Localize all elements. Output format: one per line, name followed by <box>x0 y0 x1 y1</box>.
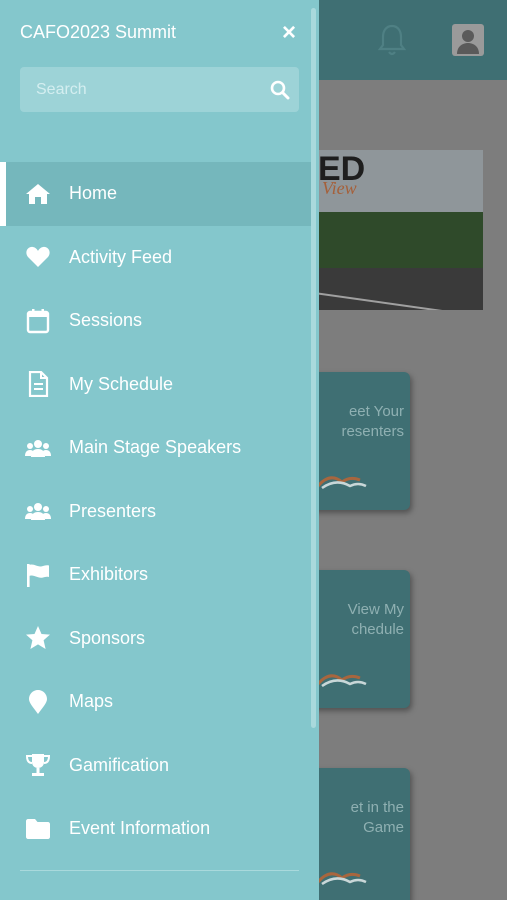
mountain-logo-icon <box>316 674 367 688</box>
divider <box>20 870 299 871</box>
nav-item-home[interactable]: Home <box>0 162 311 226</box>
close-icon: × <box>281 19 296 46</box>
map-pin-icon <box>25 689 51 715</box>
nav-label: Home <box>69 183 118 204</box>
users-icon <box>25 435 51 461</box>
nav-item-main-stage-speakers[interactable]: Main Stage Speakers <box>0 416 311 480</box>
scrollbar[interactable] <box>311 8 316 728</box>
nav-item-presenters[interactable]: Presenters <box>0 480 311 544</box>
nav-label: Main Stage Speakers <box>69 437 242 458</box>
nav-label: Gamification <box>69 754 170 775</box>
event-banner: ED View <box>300 150 483 310</box>
drawer-title: CAFO2023 Summit <box>20 22 177 42</box>
close-button[interactable]: × <box>278 19 300 46</box>
nav-item-event-information[interactable]: Event Information <box>0 797 311 861</box>
nav-label: Exhibitors <box>69 564 149 585</box>
nav-label: My Schedule <box>69 373 174 394</box>
search-input[interactable] <box>20 67 260 112</box>
calendar-icon <box>25 308 51 334</box>
nav-item-sessions[interactable]: Sessions <box>0 289 311 353</box>
nav-item-sponsors[interactable]: Sponsors <box>0 607 311 671</box>
users-icon <box>25 498 51 524</box>
star-icon <box>25 625 51 651</box>
trophy-icon <box>25 752 51 778</box>
nav-item-exhibitors[interactable]: Exhibitors <box>0 543 311 607</box>
nav-label: Sponsors <box>69 627 146 648</box>
nav-item-maps[interactable]: Maps <box>0 670 311 734</box>
flag-icon <box>25 562 51 588</box>
banner-script-text: View <box>322 178 357 198</box>
nav-item-activity-feed[interactable]: Activity Feed <box>0 226 311 290</box>
nav-label: Activity Feed <box>69 246 173 267</box>
nav-label: Maps <box>69 691 114 712</box>
mountain-logo-icon <box>316 476 367 490</box>
nav-item-gamification[interactable]: Gamification <box>0 734 311 798</box>
folder-icon <box>25 816 51 842</box>
nav-label: Sessions <box>69 310 143 331</box>
document-icon <box>25 371 51 398</box>
home-icon <box>25 181 51 207</box>
drawer-nav: Home Activity Feed Sessions My Schedule … <box>0 162 311 861</box>
nav-label: Presenters <box>69 500 157 521</box>
avatar[interactable] <box>452 24 484 56</box>
nav-item-my-schedule[interactable]: My Schedule <box>0 353 311 417</box>
mountain-logo-icon <box>316 872 367 886</box>
navigation-drawer: CAFO2023 Summit × Home Activity Feed S <box>0 0 319 900</box>
search-icon[interactable] <box>270 80 290 100</box>
nav-label: Event Information <box>69 818 211 839</box>
search-box <box>20 67 299 112</box>
bell-icon[interactable] <box>376 22 408 58</box>
heart-icon <box>25 244 51 270</box>
